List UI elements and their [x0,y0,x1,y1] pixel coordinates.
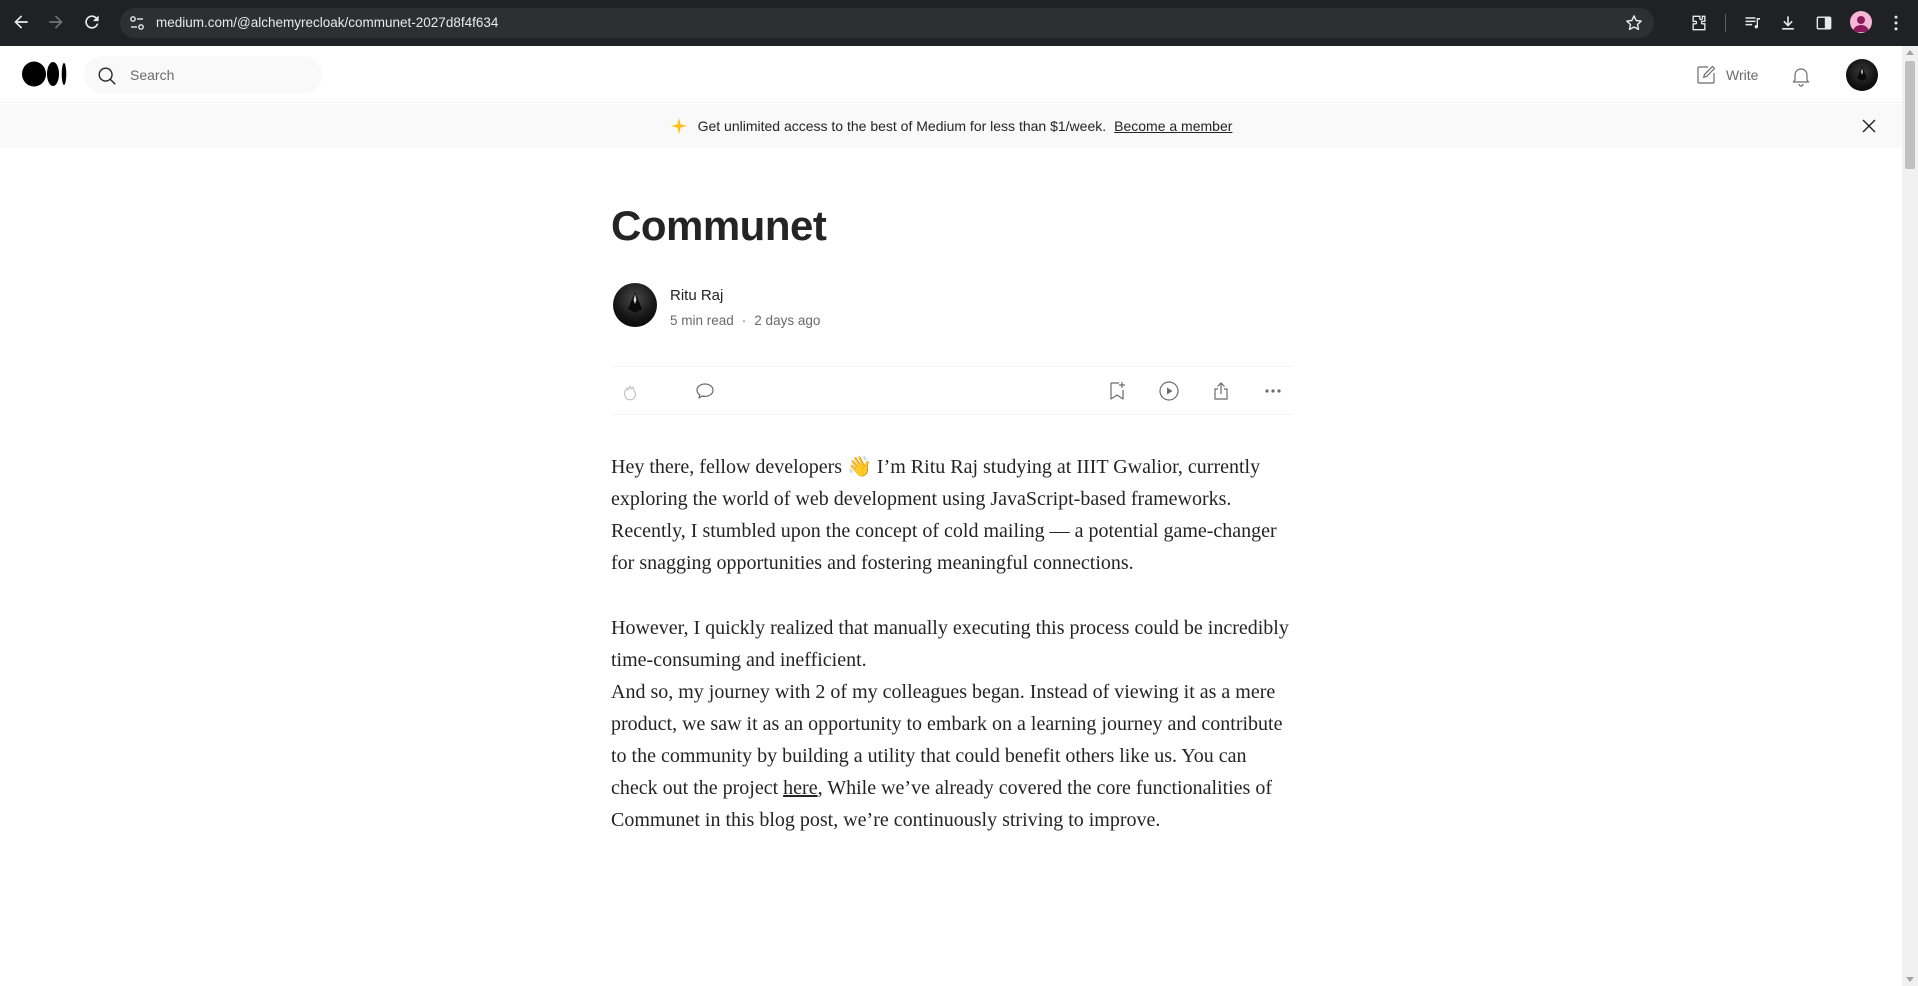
paragraph-journey: And so, my journey with 2 of my colleagu… [611,676,1292,836]
search-box[interactable] [84,56,322,94]
url-text: medium.com/@alchemyrecloak/communet-2027… [156,15,499,30]
clap-icon[interactable] [619,379,643,403]
browser-profile-avatar[interactable] [1850,11,1872,33]
media-controls-icon[interactable] [1742,12,1764,34]
forward-icon[interactable] [44,10,68,34]
extensions-icon[interactable] [1688,12,1710,34]
write-label: Write [1726,67,1759,83]
medium-logo-icon[interactable] [22,61,68,87]
paragraph-realization: However, I quickly realized that manuall… [611,617,1289,671]
author-avatar[interactable] [613,283,657,327]
share-icon[interactable] [1209,379,1233,403]
article-action-bar [611,366,1292,415]
user-avatar[interactable] [1846,59,1878,91]
search-icon [98,67,116,85]
project-link[interactable]: here [783,777,817,799]
toolbar-divider [1725,14,1726,32]
save-bookmark-icon[interactable] [1105,379,1129,403]
back-icon[interactable] [9,10,33,34]
close-icon[interactable] [1857,114,1881,138]
author-name[interactable]: Ritu Raj [670,287,723,304]
address-bar[interactable]: medium.com/@alchemyrecloak/communet-2027… [120,8,1654,38]
scroll-down-arrow[interactable] [1906,977,1914,982]
search-input[interactable] [130,56,310,94]
listen-play-icon[interactable] [1157,379,1181,403]
write-button[interactable]: Write [1694,63,1758,87]
membership-banner: Get unlimited access to the best of Medi… [0,104,1902,148]
paragraph-intro: Hey there, fellow developers 👋 I’m Ritu … [611,456,1277,574]
reload-icon[interactable] [80,10,104,34]
notifications-bell-icon[interactable] [1789,64,1813,88]
article-body: Hey there, fellow developers 👋 I’m Ritu … [611,451,1292,836]
comment-icon[interactable] [693,379,717,403]
publish-date: 2 days ago [754,313,821,328]
page-scrollbar[interactable] [1902,46,1918,986]
bookmark-star-icon[interactable] [1624,13,1644,33]
site-info-icon[interactable] [128,14,146,32]
sparkle-icon [670,117,687,135]
browser-toolbar: medium.com/@alchemyrecloak/communet-2027… [0,0,1918,46]
write-icon [1697,65,1716,84]
more-options-icon[interactable] [1261,379,1285,403]
become-member-link[interactable]: Become a member [1114,118,1232,134]
banner-text: Get unlimited access to the best of Medi… [697,118,1107,134]
meta-separator: · [741,313,747,328]
site-header: Write [0,46,1902,103]
downloads-icon[interactable] [1777,12,1799,34]
read-time: 5 min read [670,313,734,328]
article-meta: 5 min read · 2 days ago [670,313,820,328]
article-title: Communet [611,202,827,249]
scroll-up-arrow[interactable] [1906,50,1914,55]
scrollbar-thumb[interactable] [1905,61,1915,169]
browser-menu-icon[interactable] [1885,12,1907,34]
side-panel-icon[interactable] [1813,12,1835,34]
